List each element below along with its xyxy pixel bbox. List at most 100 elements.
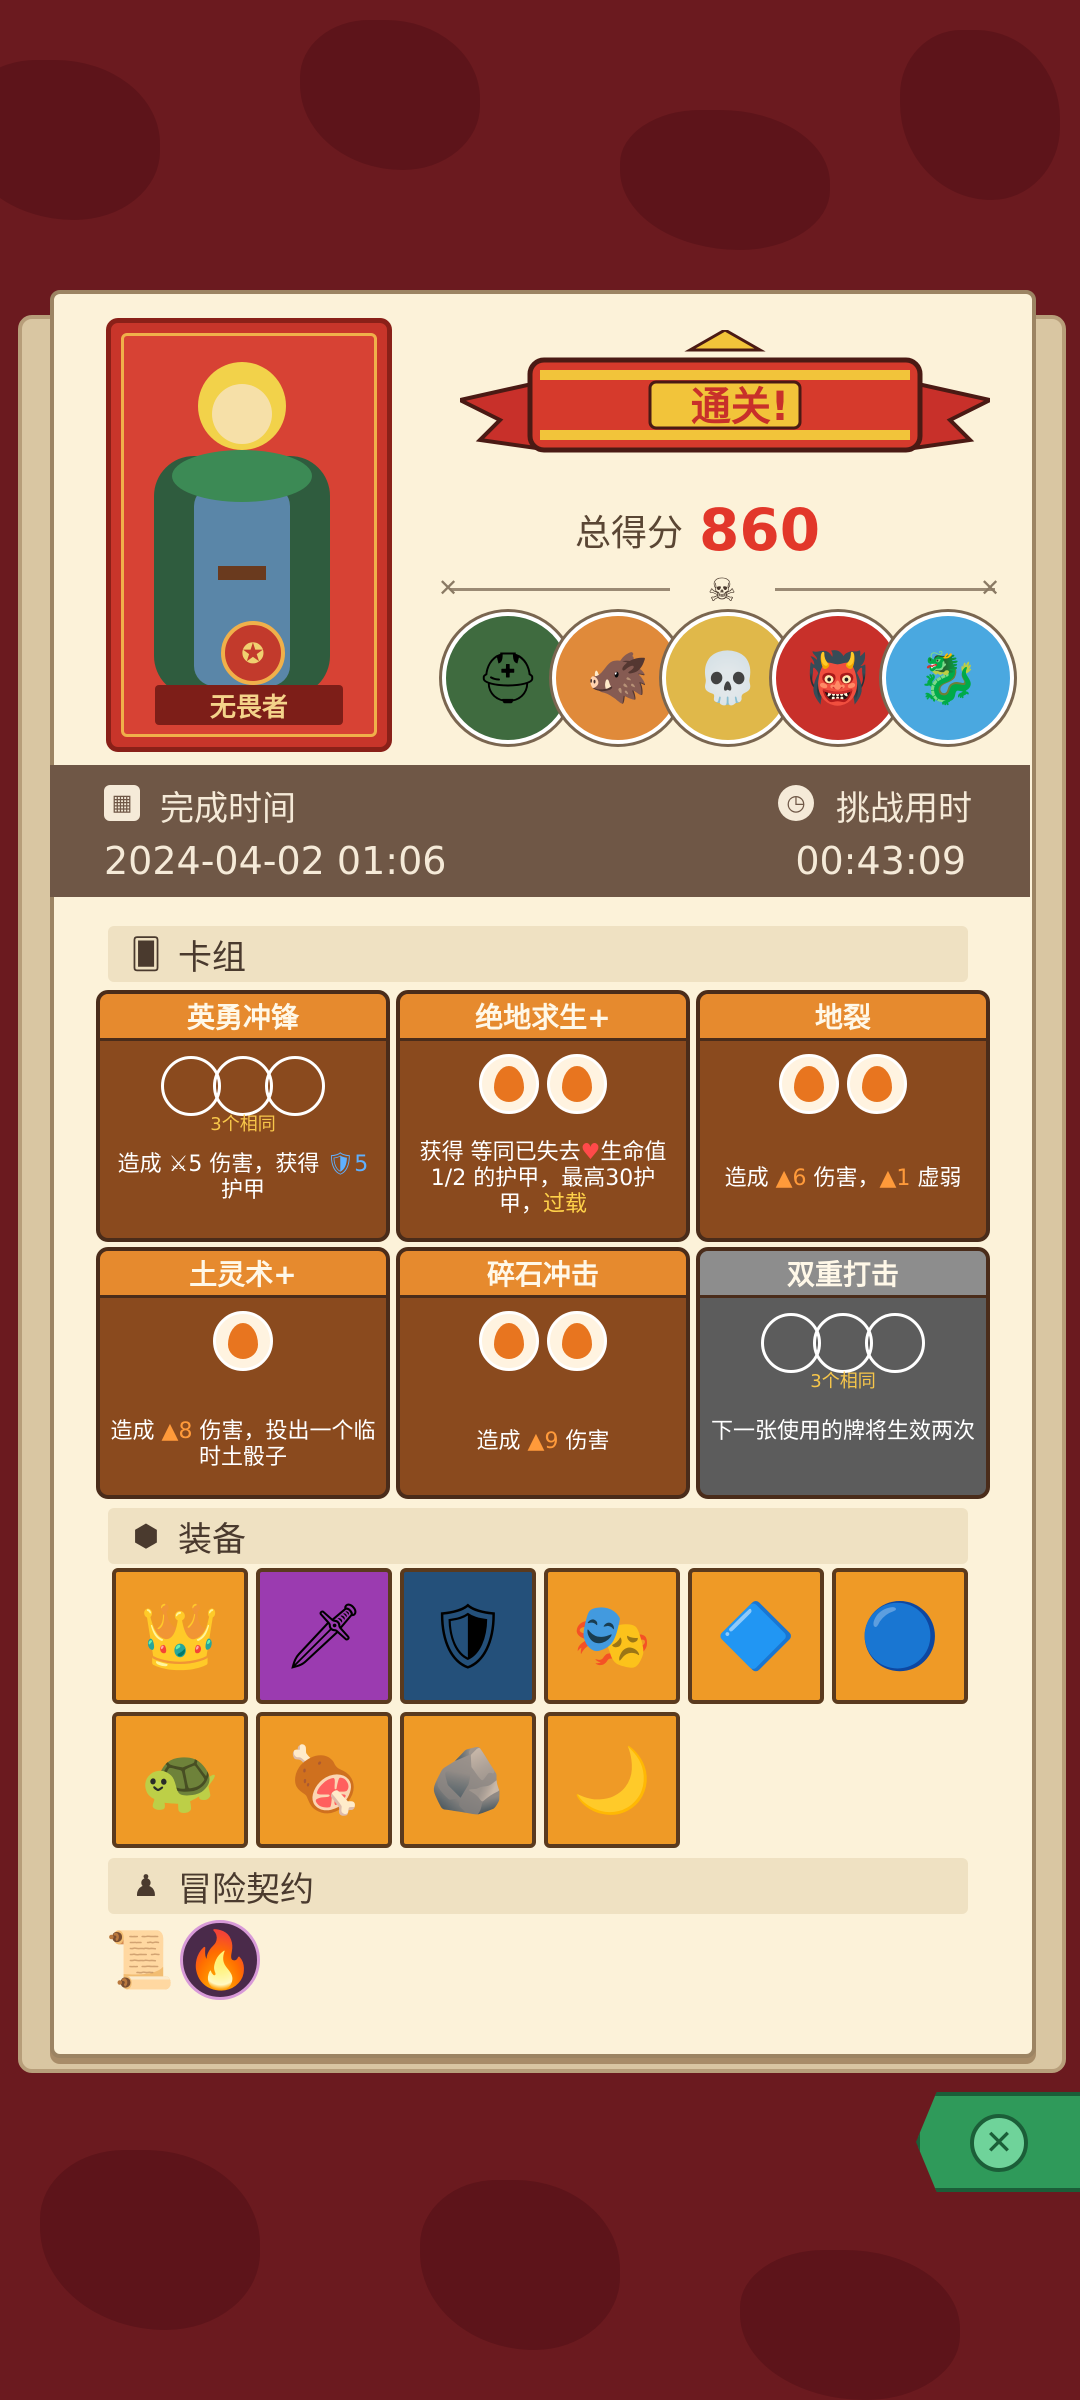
blue-orb-item[interactable]: 🔵: [832, 1568, 968, 1704]
skill-card[interactable]: 英勇冲锋 3个相同 造成 ⚔5 伤害，获得 🛡5 护甲: [96, 990, 390, 1242]
turtle-shell-icon: 🐢: [140, 1743, 220, 1818]
close-icon: ✕: [970, 2114, 1028, 2172]
equipment-title: 装备: [178, 1519, 246, 1560]
blue-shield-item[interactable]: 🔷: [688, 1568, 824, 1704]
meat-leg-item[interactable]: 🍖: [256, 1712, 392, 1848]
pink-moon-orb-item[interactable]: 🌙: [544, 1712, 680, 1848]
red-dragon-dagger-item[interactable]: 🗡: [256, 1568, 392, 1704]
bg-shape: [420, 2180, 620, 2350]
crossed-swords-icon: ✕: [438, 574, 459, 602]
boss-icon: 🐉: [916, 648, 980, 707]
score-value: 860: [699, 496, 821, 564]
card-description: 造成 ▲8 伤害，投出一个临时土骰子: [110, 1419, 376, 1470]
hero-emblem-icon: ✪: [221, 621, 285, 685]
chest-armor-compass-item[interactable]: 🛡: [400, 1568, 536, 1704]
dice-slot: [761, 1313, 821, 1373]
bg-shape: [620, 110, 830, 250]
skill-card[interactable]: 双重打击 3个相同 下一张使用的牌将生效两次: [696, 1247, 990, 1499]
fire-dice-slot: [547, 1054, 607, 1114]
dice-slots: [100, 1311, 386, 1381]
card-description: 造成 ⚔5 伤害，获得 🛡5 护甲: [117, 1152, 369, 1203]
fire-dice-slot: [547, 1311, 607, 1371]
person-icon: ♟: [132, 1868, 160, 1904]
finish-time-label: 完成时间: [160, 789, 296, 829]
contract-header: ♟ 冒险契约: [108, 1858, 968, 1914]
deck-title: 卡组: [178, 937, 246, 978]
dice-slots: [700, 1054, 986, 1124]
card-title: 双重打击: [700, 1251, 986, 1298]
deck-header: 🂠 卡组: [108, 926, 968, 982]
card-description: 造成 ▲6 伤害，▲1 虚弱: [724, 1166, 962, 1191]
chest-armor-compass-icon: 🛡: [427, 1599, 509, 1674]
skill-card[interactable]: 绝地求生+ 获得 等同已失去♥生命值1/2 的护甲，最高30护甲，过载: [396, 990, 690, 1242]
spiked-mask-item[interactable]: 🎭: [544, 1568, 680, 1704]
skull-icon: ☠: [707, 571, 737, 609]
bg-shape: [740, 2250, 960, 2400]
time-band: ▦ 完成时间 2024-04-02 01:06 ◷ 挑战用时 00:43:09: [50, 765, 1030, 897]
bg-shape: [0, 60, 160, 220]
fire-dice-slot: [479, 1311, 539, 1371]
victory-title: 通关!: [690, 384, 790, 430]
card-title: 英勇冲锋: [100, 994, 386, 1041]
dice-slot: [265, 1056, 325, 1116]
red-dragon-dagger-icon: 🗡: [283, 1599, 365, 1674]
crossed-swords-icon: ✕: [980, 574, 1001, 602]
dice-slot: [865, 1313, 925, 1373]
fire-dice-slot: [213, 1311, 273, 1371]
crown-icon: 👑: [140, 1599, 220, 1674]
card-title: 地裂: [700, 994, 986, 1041]
turtle-shell-item[interactable]: 🐢: [112, 1712, 248, 1848]
spiked-mask-icon: 🎭: [572, 1599, 652, 1674]
blue-shield-icon: 🔷: [716, 1599, 796, 1674]
fire-dice-slot: [847, 1054, 907, 1114]
fire-dice-slot: [779, 1054, 839, 1114]
duration-label: 挑战用时: [836, 789, 972, 829]
dice-slots: [400, 1311, 686, 1381]
cards-icon: 🂠: [130, 936, 162, 972]
close-button[interactable]: ✕: [916, 2092, 1080, 2192]
boss-icon: ⛑: [476, 648, 540, 707]
boss-icon: 👹: [806, 648, 870, 707]
equipment-header: ⬢ 装备: [108, 1508, 968, 1564]
bg-shape: [300, 20, 480, 170]
crown-item[interactable]: 👑: [112, 1568, 248, 1704]
fire-dice-slot: [479, 1054, 539, 1114]
pink-moon-orb-icon: 🌙: [572, 1743, 652, 1818]
box-icon: ⬢: [132, 1518, 160, 1554]
scroll-icon[interactable]: 📜: [100, 1920, 180, 2000]
duration-value: 00:43:09: [795, 839, 966, 883]
blue-orb-icon: 🔵: [860, 1599, 940, 1674]
divider-right: [775, 588, 995, 591]
film-icon: ▦: [104, 785, 140, 821]
dice-slot: [213, 1056, 273, 1116]
same-dice-tag: 3个相同: [810, 1371, 876, 1392]
bg-shape: [40, 2150, 260, 2330]
card-description: 下一张使用的牌将生效两次: [710, 1419, 975, 1444]
score-label: 总得分: [575, 513, 684, 554]
dice-slots: [400, 1054, 686, 1124]
boss-icon: 💀: [696, 648, 760, 707]
meat-leg-icon: 🍖: [284, 1743, 364, 1818]
card-title: 土灵术+: [100, 1251, 386, 1298]
same-dice-tag: 3个相同: [210, 1114, 276, 1135]
moss-stone-icon: 🪨: [428, 1743, 508, 1818]
contract-title: 冒险契约: [178, 1869, 314, 1910]
boss-icon: 🐗: [586, 648, 650, 707]
dice-slot: [161, 1056, 221, 1116]
bg-shape: [900, 30, 1060, 200]
finish-time-value: 2024-04-02 01:06: [104, 839, 447, 883]
divider-left: [450, 588, 670, 591]
skill-card[interactable]: 土灵术+ 造成 ▲8 伤害，投出一个临时土骰子: [96, 1247, 390, 1499]
skill-card[interactable]: 地裂 造成 ▲6 伤害，▲1 虚弱: [696, 990, 990, 1242]
boss-avatar[interactable]: 🐉: [882, 612, 1014, 744]
card-title: 碎石冲击: [400, 1251, 686, 1298]
stopwatch-icon: ◷: [778, 785, 814, 821]
card-description: 造成 ▲9 伤害: [476, 1429, 610, 1454]
moss-stone-item[interactable]: 🪨: [400, 1712, 536, 1848]
defeated-bosses: ⛑ 🐗 💀 👹 🐉: [442, 612, 1014, 744]
campfire-icon[interactable]: 🔥: [180, 1920, 260, 2000]
skill-card[interactable]: 碎石冲击 造成 ▲9 伤害: [396, 1247, 690, 1499]
dice-slot: [813, 1313, 873, 1373]
hero-card[interactable]: ✪ 无畏者: [106, 318, 392, 752]
score-row: 总得分 860: [575, 495, 820, 565]
